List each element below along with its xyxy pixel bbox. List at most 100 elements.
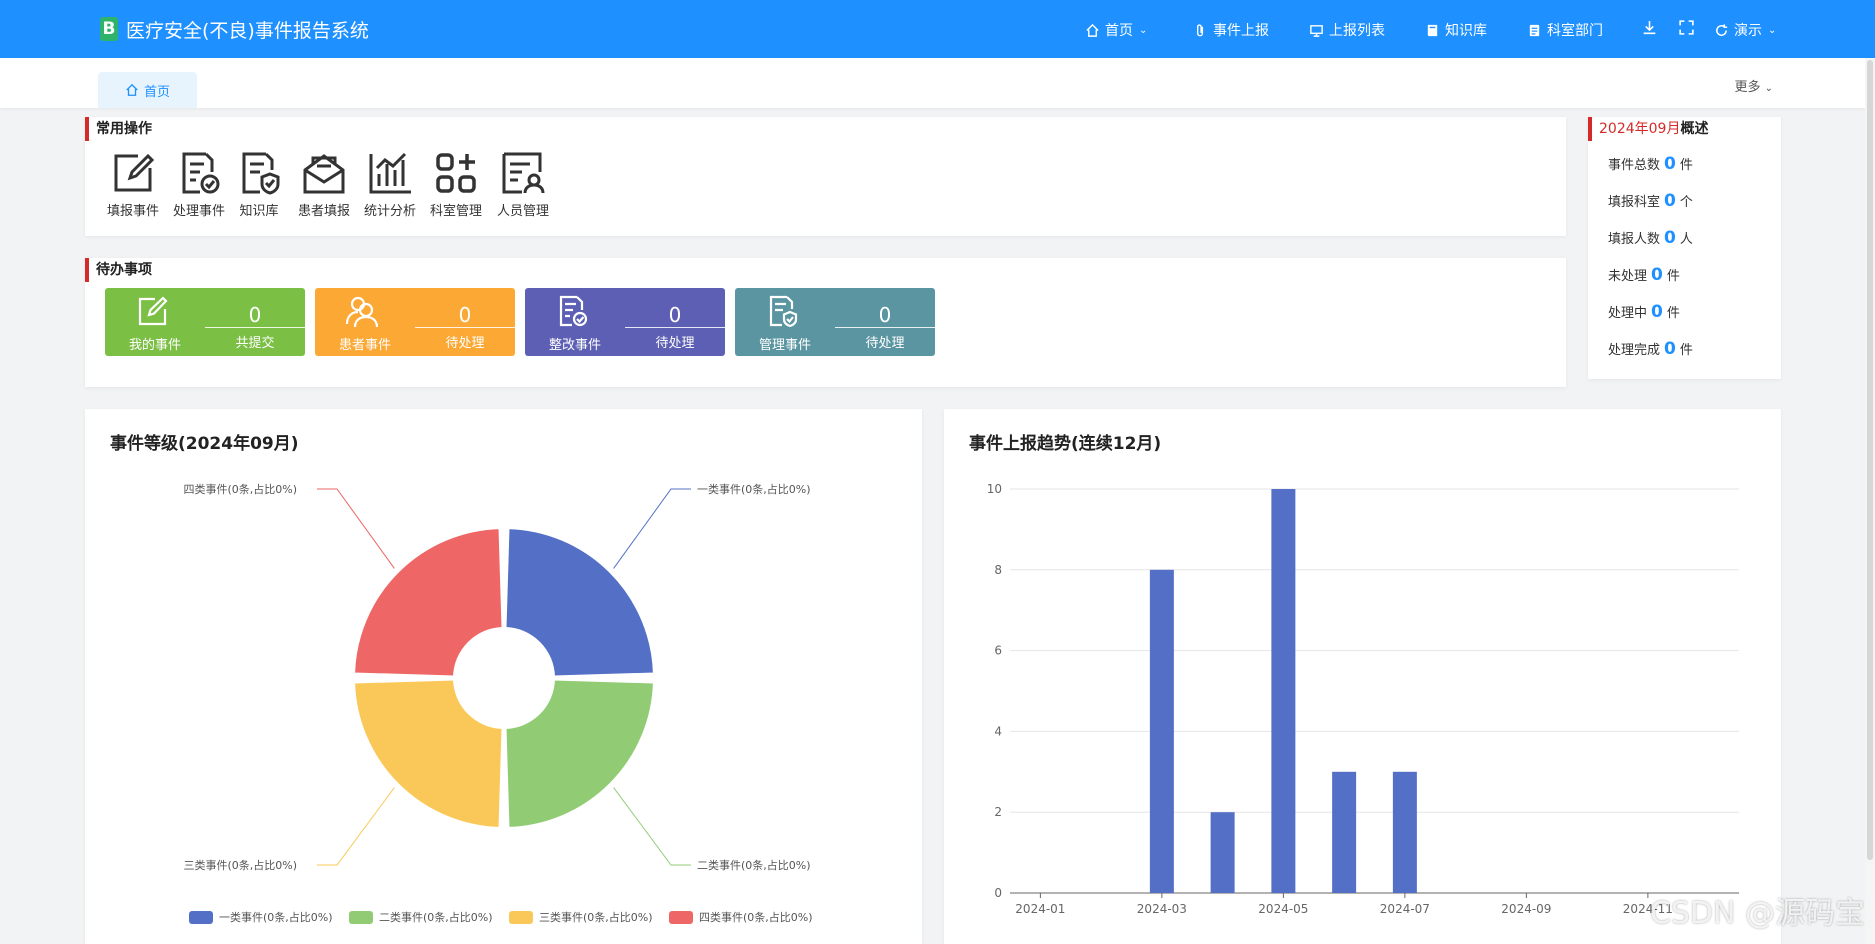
app-title: 医疗安全(不良)事件报告系统 — [126, 20, 369, 42]
bar[interactable] — [1149, 569, 1174, 893]
more-label: 更多 — [1734, 80, 1761, 95]
divider — [835, 327, 935, 328]
quick-actions-title: 常用操作 — [85, 117, 152, 141]
quick-action-label: 知识库 — [239, 204, 279, 219]
document-shield-icon — [769, 295, 798, 328]
overview-row: 处理中 0 件 — [1608, 302, 1680, 322]
quick-action-personnel[interactable]: 人员管理 — [490, 150, 556, 219]
edit-icon — [114, 153, 155, 192]
quick-action-process-event[interactable]: 处理事件 — [166, 150, 232, 219]
edit-icon — [138, 296, 168, 326]
quick-action-statistics[interactable]: 统计分析 — [357, 150, 423, 219]
fullscreen-icon[interactable] — [1678, 19, 1695, 36]
legend-item[interactable]: 三类事件(0条,占比0%) — [509, 909, 653, 925]
overview-row-unit: 个 — [1679, 195, 1693, 210]
bar[interactable] — [1332, 771, 1357, 893]
app-logo: B — [100, 17, 118, 41]
quick-action-knowledge[interactable]: 知识库 — [226, 150, 292, 219]
pie-slice[interactable] — [353, 678, 504, 829]
todo-count: 0 — [668, 303, 682, 327]
pie-slice-label: 四类事件(0条,占比0%) — [183, 482, 297, 496]
overview-row-unit: 件 — [1666, 269, 1680, 284]
divider — [625, 327, 725, 328]
bar[interactable] — [1271, 489, 1296, 893]
user-name: 演示 — [1734, 23, 1762, 39]
overview-row: 填报科室 0 个 — [1608, 191, 1693, 211]
legend-item[interactable]: 二类事件(0条,占比0%) — [349, 909, 493, 925]
quick-action-label: 处理事件 — [172, 204, 225, 219]
todo-tile-manage-events[interactable]: 管理事件 0 待处理 — [735, 288, 935, 356]
overview-row: 填报人数 0 人 — [1608, 228, 1693, 248]
home-icon — [126, 83, 138, 96]
todo-count: 0 — [878, 303, 892, 327]
overview-row-value: 0 — [1664, 191, 1676, 211]
chevron-down-icon: ⌄ — [1768, 24, 1777, 36]
pie-label-line — [613, 488, 691, 569]
document-shield-icon — [242, 152, 280, 195]
todo-name: 患者事件 — [338, 338, 391, 353]
legend-item[interactable]: 一类事件(0条,占比0%) — [189, 909, 333, 925]
quick-action-department[interactable]: 科室管理 — [423, 150, 489, 219]
todo-tile-my-events[interactable]: 我的事件 0 共提交 — [105, 288, 305, 356]
todo-tile-rectify-events[interactable]: 整改事件 0 待处理 — [525, 288, 725, 356]
legend-item[interactable]: 四类事件(0条,占比0%) — [669, 909, 813, 925]
quick-action-report-event[interactable]: 填报事件 — [100, 150, 166, 219]
quick-action-label: 统计分析 — [363, 204, 416, 219]
pie-slice[interactable] — [504, 527, 655, 678]
legend-label: 一类事件(0条,占比0%) — [219, 911, 333, 924]
overview-row-value: 0 — [1664, 228, 1676, 248]
tab-home[interactable]: 首页 — [98, 72, 197, 108]
x-tick-label: 2024-03 — [1137, 902, 1187, 916]
monitor-icon — [1310, 24, 1323, 37]
bar-chart-icon — [369, 152, 411, 194]
chevron-down-icon: ⌄ — [1764, 83, 1773, 94]
legend-label: 二类事件(0条,占比0%) — [379, 911, 493, 924]
document-user-icon — [502, 152, 545, 194]
nav-home-label: 首页 — [1105, 23, 1133, 39]
todo-sub: 待处理 — [445, 336, 485, 351]
overview-row-value: 0 — [1664, 154, 1676, 174]
quick-action-label: 科室管理 — [429, 204, 482, 219]
pie-slice[interactable] — [353, 527, 504, 678]
nav-report-event-label: 事件上报 — [1213, 23, 1269, 39]
y-tick-label: 4 — [994, 724, 1002, 738]
home-icon — [1086, 23, 1099, 37]
x-tick-label: 2024-05 — [1258, 902, 1308, 916]
mail-open-icon — [303, 154, 345, 194]
quick-action-patient-report[interactable]: 患者填报 — [291, 150, 357, 219]
x-tick-label: 2024-07 — [1380, 902, 1430, 916]
scrollbar-thumb[interactable] — [1867, 60, 1873, 860]
nav-knowledge[interactable]: 知识库 — [1425, 20, 1487, 40]
page-scrollbar[interactable] — [1865, 58, 1875, 944]
pie-slice-label: 一类事件(0条,占比0%) — [697, 482, 811, 496]
overview-row: 事件总数 0 件 — [1608, 154, 1693, 174]
overview-row-unit: 件 — [1679, 343, 1693, 358]
user-menu[interactable]: 演示 ⌄ — [1714, 20, 1776, 40]
overview-row-value: 0 — [1651, 265, 1663, 285]
bar[interactable] — [1210, 812, 1235, 893]
refresh-icon — [1716, 23, 1728, 36]
legend-label: 三类事件(0条,占比0%) — [539, 911, 653, 924]
overview-card: 2024年09月概述 事件总数 0 件 填报科室 0 个 填报人数 0 人 未处理 0 件 处理… — [1588, 117, 1781, 379]
nav-report-list-label: 上报列表 — [1329, 23, 1385, 39]
todo-sub: 共提交 — [235, 336, 275, 351]
overview-row-label: 未处理 — [1608, 269, 1648, 284]
bar[interactable] — [1392, 771, 1417, 893]
nav-home[interactable]: 首页 ⌄ — [1085, 20, 1147, 40]
legend-swatch — [189, 910, 213, 924]
overview-row-label: 处理完成 — [1608, 343, 1661, 358]
overview-row-label: 填报科室 — [1608, 195, 1661, 210]
y-tick-label: 2 — [994, 805, 1002, 819]
todo-tile-patient-events[interactable]: 患者事件 0 待处理 — [315, 288, 515, 356]
y-tick-label: 6 — [994, 644, 1002, 658]
pie-slice[interactable] — [504, 678, 655, 829]
todo-title: 待办事项 — [85, 258, 152, 282]
nav-report-list[interactable]: 上报列表 — [1309, 20, 1385, 40]
overview-row-unit: 件 — [1666, 306, 1680, 321]
nav-department[interactable]: 科室部门 — [1527, 20, 1603, 40]
download-icon[interactable] — [1641, 19, 1658, 36]
legend-swatch — [509, 910, 533, 924]
more-tabs-dropdown[interactable]: 更多 ⌄ — [1734, 76, 1773, 95]
watermark: CSDN @源码宝 — [1649, 896, 1865, 931]
nav-report-event[interactable]: 事件上报 — [1193, 20, 1269, 40]
